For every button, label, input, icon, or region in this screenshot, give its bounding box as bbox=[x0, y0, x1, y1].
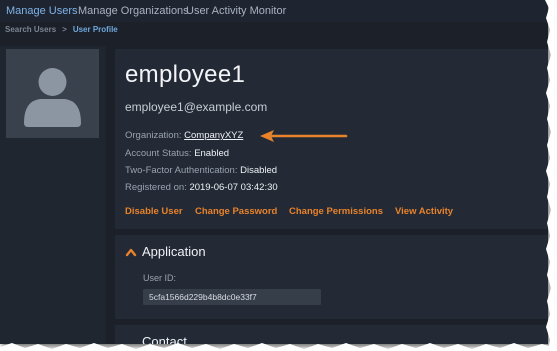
chevron-up-icon[interactable] bbox=[125, 247, 137, 257]
change-permissions-link[interactable]: Change Permissions bbox=[289, 206, 383, 217]
registered-label: Registered on: bbox=[125, 182, 187, 193]
account-status-label: Account Status: bbox=[125, 148, 192, 159]
avatar bbox=[6, 49, 99, 138]
profile-email: employee1@example.com bbox=[125, 100, 268, 114]
registered-value: 2019-06-07 03:42:30 bbox=[189, 182, 278, 193]
app-window: Manage Users Manage Organizations User A… bbox=[0, 0, 548, 344]
account-status-row: Account Status: Enabled bbox=[125, 148, 229, 159]
disable-user-link[interactable]: Disable User bbox=[125, 206, 183, 217]
nav-manage-organizations[interactable]: Manage Organizations bbox=[78, 5, 189, 17]
breadcrumb-search-users[interactable]: Search Users bbox=[5, 25, 56, 34]
top-navigation: Manage Users Manage Organizations User A… bbox=[0, 0, 548, 22]
torn-edge-right bbox=[545, 0, 554, 351]
organization-row: Organization: CompanyXYZ bbox=[125, 130, 243, 141]
two-factor-label: Two-Factor Authentication: bbox=[125, 165, 238, 176]
left-column bbox=[0, 46, 106, 344]
change-password-link[interactable]: Change Password bbox=[195, 206, 277, 217]
breadcrumb: Search Users > User Profile bbox=[5, 25, 118, 39]
orange-arrow-icon bbox=[260, 130, 348, 142]
profile-username: employee1 bbox=[125, 61, 246, 88]
nav-user-activity-monitor[interactable]: User Activity Monitor bbox=[186, 5, 286, 17]
torn-edge-bottom bbox=[0, 343, 557, 351]
application-panel: Application User ID: 5cfa1566d229b4b8dc0… bbox=[115, 235, 548, 319]
two-factor-row: Two-Factor Authentication: Disabled bbox=[125, 165, 277, 176]
user-id-label: User ID: bbox=[143, 273, 177, 283]
organization-label: Organization: bbox=[125, 130, 182, 141]
registered-row: Registered on: 2019-06-07 03:42:30 bbox=[125, 182, 278, 193]
breadcrumb-user-profile: User Profile bbox=[72, 25, 118, 34]
application-title[interactable]: Application bbox=[142, 244, 206, 259]
nav-manage-users[interactable]: Manage Users bbox=[6, 5, 78, 17]
breadcrumb-separator: > bbox=[62, 25, 67, 34]
two-factor-value: Disabled bbox=[240, 165, 278, 176]
view-activity-link[interactable]: View Activity bbox=[395, 206, 453, 217]
organization-link[interactable]: CompanyXYZ bbox=[184, 130, 243, 141]
account-status-value: Enabled bbox=[194, 148, 230, 159]
user-silhouette-icon bbox=[24, 68, 81, 127]
user-id-field[interactable]: 5cfa1566d229b4b8dc0e33f7 bbox=[143, 289, 321, 305]
